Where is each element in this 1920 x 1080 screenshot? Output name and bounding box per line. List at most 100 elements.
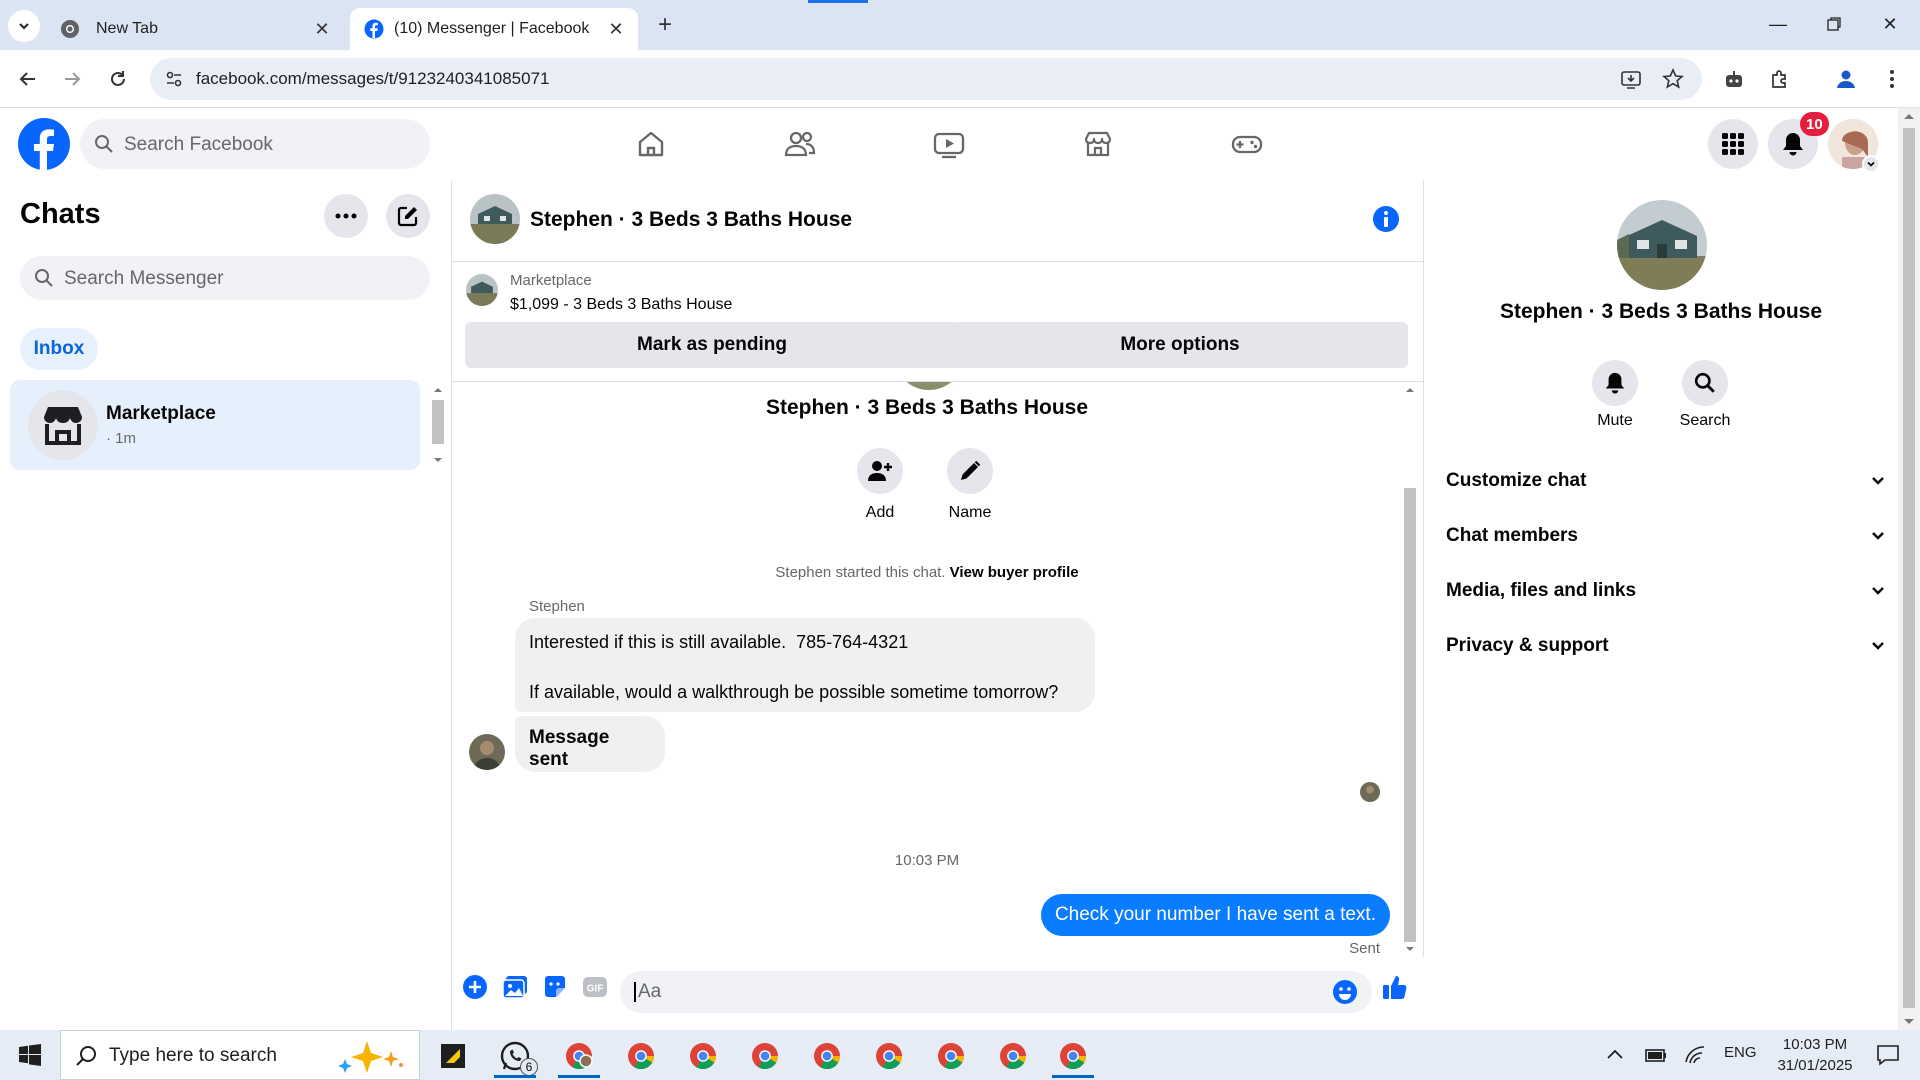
nav-marketplace[interactable]	[1043, 118, 1153, 170]
chevron-up-icon[interactable]	[1606, 1047, 1624, 1061]
extensions-button[interactable]	[1764, 63, 1796, 95]
nav-home[interactable]	[596, 118, 706, 170]
emoji-icon[interactable]	[1332, 979, 1358, 1005]
taskbar-chrome-window[interactable]	[676, 1034, 730, 1078]
section-chat-members[interactable]: Chat members	[1446, 516, 1886, 556]
profile-button[interactable]	[1830, 63, 1862, 95]
attach-photo-button[interactable]	[500, 972, 530, 1002]
new-tab-button[interactable]: +	[650, 10, 680, 40]
more-vertical-icon	[1890, 70, 1894, 88]
sidebar-scrollbar[interactable]	[430, 380, 446, 470]
incoming-message-bubble[interactable]: Interested if this is still available. 7…	[515, 618, 1095, 712]
taskbar-chrome-window[interactable]	[738, 1034, 792, 1078]
windows-logo-icon	[19, 1044, 41, 1066]
taskbar-chrome-window[interactable]	[1046, 1034, 1100, 1078]
taskbar-search-placeholder: Type here to search	[109, 1045, 277, 1066]
add-people-button[interactable]	[857, 448, 903, 494]
tab-list-button[interactable]	[8, 10, 40, 42]
sticker-button[interactable]	[540, 972, 570, 1002]
taskbar-chrome-window[interactable]	[924, 1034, 978, 1078]
sender-avatar[interactable]	[469, 734, 505, 770]
start-button[interactable]	[0, 1030, 60, 1080]
page-scrollbar[interactable]	[1898, 108, 1920, 1030]
plus-circle-icon	[463, 975, 487, 999]
like-button[interactable]	[1380, 972, 1410, 1002]
menu-button[interactable]	[1708, 119, 1758, 169]
reload-button[interactable]	[102, 63, 134, 95]
message-sent-bubble[interactable]: Message sent	[515, 716, 665, 772]
close-window-button[interactable]: ✕	[1868, 8, 1912, 40]
mark-as-pending-button[interactable]: Mark as pending	[465, 322, 959, 368]
section-customize-chat[interactable]: Customize chat	[1446, 461, 1886, 501]
browser-menu-button[interactable]	[1876, 63, 1908, 95]
section-media-files-links[interactable]: Media, files and links	[1446, 571, 1886, 611]
more-options-button[interactable]: More options	[952, 322, 1408, 368]
conversation-info-button[interactable]	[1372, 205, 1400, 233]
section-privacy-support[interactable]: Privacy & support	[1446, 626, 1886, 666]
search-icon	[35, 269, 53, 287]
seen-photo	[1360, 782, 1380, 802]
nav-friends[interactable]	[745, 118, 855, 170]
inbox-filter[interactable]: Inbox	[20, 328, 98, 370]
wifi-icon[interactable]	[1684, 1045, 1706, 1065]
tab-messenger[interactable]: (10) Messenger | Facebook ✕	[350, 8, 638, 50]
marketplace-icon	[1084, 131, 1112, 157]
message-input[interactable]: Aa	[620, 971, 1372, 1013]
battery-icon[interactable]	[1644, 1045, 1668, 1065]
thread-scrollbar[interactable]	[1402, 382, 1418, 957]
minimize-button[interactable]: —	[1756, 8, 1800, 40]
listing-thumbnail[interactable]	[466, 274, 498, 306]
facebook-logo[interactable]	[18, 118, 70, 170]
tab-indicator	[808, 0, 868, 3]
nav-gaming[interactable]	[1192, 118, 1302, 170]
taskbar-search-input[interactable]: Type here to search	[60, 1030, 420, 1080]
nav-video[interactable]	[894, 118, 1004, 170]
view-buyer-profile-link[interactable]: View buyer profile	[950, 564, 1079, 581]
sender-name: Stephen	[529, 598, 585, 615]
account-chevron[interactable]	[1862, 155, 1880, 173]
reload-icon	[111, 71, 125, 86]
restore-button[interactable]	[1812, 8, 1856, 40]
chat-details-avatar[interactable]	[1617, 200, 1707, 290]
clock[interactable]: 10:03 PM 31/01/2025	[1760, 1034, 1870, 1076]
marketplace-label: Marketplace	[510, 272, 592, 289]
taskbar-whatsapp[interactable]: 6	[488, 1034, 542, 1078]
chats-options-button[interactable]	[324, 194, 368, 238]
friends-icon	[784, 131, 816, 157]
more-actions-button[interactable]	[460, 972, 490, 1002]
close-tab-icon[interactable]: ✕	[312, 19, 332, 39]
conversation-title[interactable]: Stephen · 3 Beds 3 Baths House	[530, 208, 852, 232]
search-in-chat-button[interactable]	[1682, 360, 1728, 406]
new-message-button[interactable]	[386, 194, 430, 238]
language-indicator[interactable]: ENG	[1724, 1044, 1757, 1061]
listing-avatar[interactable]	[470, 194, 520, 244]
taskbar-chrome-window[interactable]	[614, 1034, 668, 1078]
name-chat-button[interactable]	[947, 448, 993, 494]
outgoing-message-bubble[interactable]: Check your number I have sent a text.	[1040, 894, 1390, 936]
site-settings-icon[interactable]	[164, 69, 184, 89]
bookmark-star-icon[interactable]	[1662, 68, 1684, 90]
taskbar-chrome-window[interactable]	[862, 1034, 916, 1078]
back-button[interactable]	[12, 63, 44, 95]
close-tab-icon[interactable]: ✕	[606, 19, 626, 39]
messenger-search-input[interactable]: Search Messenger	[20, 256, 430, 300]
facebook-search-input[interactable]: Search Facebook	[80, 119, 430, 169]
extension-robot-button[interactable]	[1718, 63, 1750, 95]
taskbar-chrome-window[interactable]	[552, 1034, 606, 1078]
browser-toolbar: facebook.com/messages/t/9123240341085071	[0, 50, 1920, 108]
taskbar-chrome-window[interactable]	[986, 1034, 1040, 1078]
taskbar-sticky-notes[interactable]	[426, 1034, 480, 1078]
mute-button[interactable]	[1592, 360, 1638, 406]
install-app-icon[interactable]	[1620, 68, 1642, 90]
address-bar[interactable]: facebook.com/messages/t/9123240341085071	[150, 58, 1702, 100]
search-icon	[95, 135, 113, 153]
chat-list-item[interactable]: Marketplace · 1m	[10, 380, 420, 470]
notification-center-icon[interactable]	[1876, 1044, 1900, 1066]
search-highlight-icon	[338, 1041, 403, 1073]
incoming-line-1: Interested if this is still available. 7…	[529, 632, 909, 652]
taskbar-chrome-window[interactable]	[800, 1034, 854, 1078]
gif-button[interactable]: GIF	[580, 972, 610, 1002]
forward-button[interactable]	[56, 63, 88, 95]
tab-new-tab[interactable]: New Tab ✕	[46, 8, 344, 50]
listing-price-title[interactable]: $1,099 - 3 Beds 3 Baths House	[510, 296, 732, 314]
